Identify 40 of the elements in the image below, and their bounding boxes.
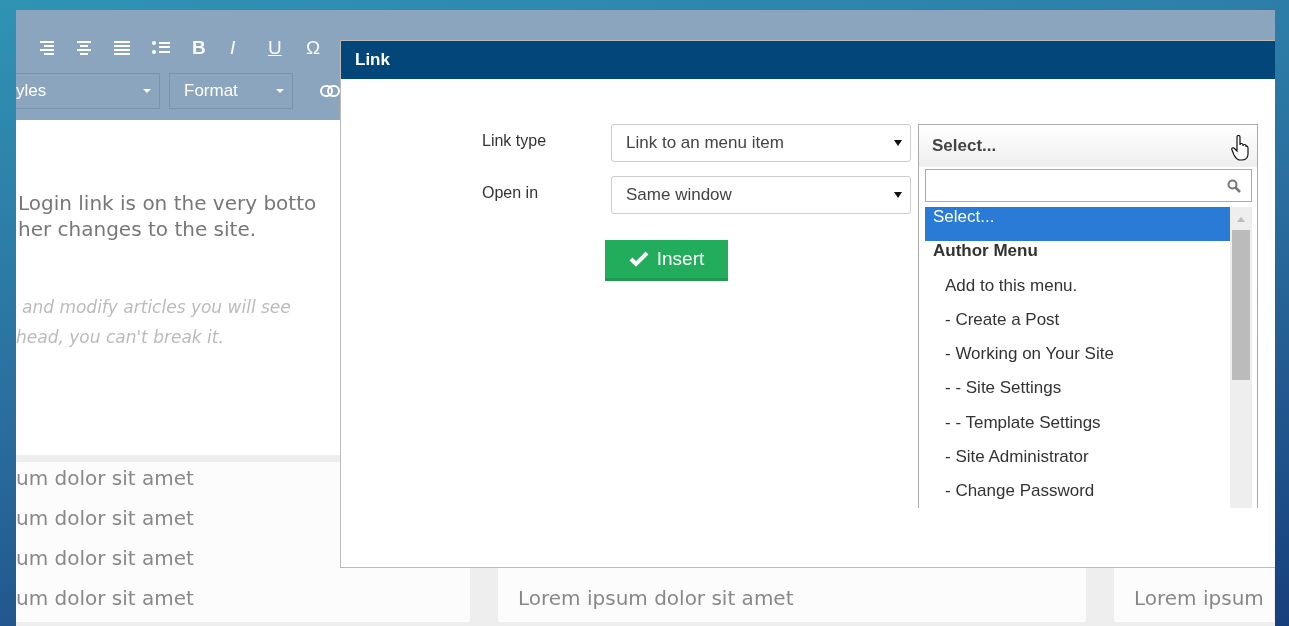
scrollbar-thumb[interactable] [1232,230,1250,380]
card-text: um dolor sit amet [16,545,195,572]
dropdown-option[interactable]: Select... [925,207,1230,242]
caret-icon [894,140,902,146]
dropdown-option[interactable]: Add to this menu. [925,275,1230,310]
field-label: Open in [482,183,540,202]
note-text: head, you can't break it. [16,326,224,349]
checkmark-icon [628,251,649,267]
dropdown-option[interactable]: - Site Administrator [925,447,1230,482]
card-text: um dolor sit amet [16,465,195,492]
card-text: Lorem ipsum [1134,585,1265,612]
chain-link-icon[interactable] [320,85,340,97]
select-field[interactable]: Same window [611,176,911,214]
dropdown-option[interactable]: - - Site Settings [925,378,1230,413]
dropdown-option[interactable]: - Change Password [925,481,1230,508]
caret-icon [276,89,284,93]
scroll-up-icon[interactable] [1237,217,1245,222]
scrollbar[interactable] [1230,207,1252,508]
dialog-title: Link [355,50,390,70]
align-right-icon[interactable] [38,41,54,55]
article-text: Login link is on the very botto [17,190,317,216]
card-text: um dolor sit amet [16,505,195,532]
note-text: and modify articles you will see [21,296,291,319]
hand-cursor-icon [1231,135,1249,161]
search-icon [1227,178,1241,193]
select-field[interactable]: Link to an menu item [611,124,911,162]
align-justify-icon[interactable] [114,41,130,55]
card-text: Lorem ipsum dolor sit amet [518,585,795,612]
dropdown-option[interactable]: - Create a Post [925,309,1230,345]
dropdown-option[interactable]: - Working on Your Site [925,344,1230,379]
search-field[interactable] [925,169,1252,202]
field-label: Link type [482,131,548,150]
align-center-icon[interactable] [76,41,92,55]
bullet-list-icon[interactable] [152,41,170,55]
article-text: her changes to the site. [17,216,257,242]
dropdown-option[interactable]: - - Template Settings [925,412,1230,448]
caret-icon [143,89,151,93]
option-group-label: Author Menu [932,241,1039,263]
caret-icon [894,192,902,198]
card-text: um dolor sit amet [16,585,195,612]
